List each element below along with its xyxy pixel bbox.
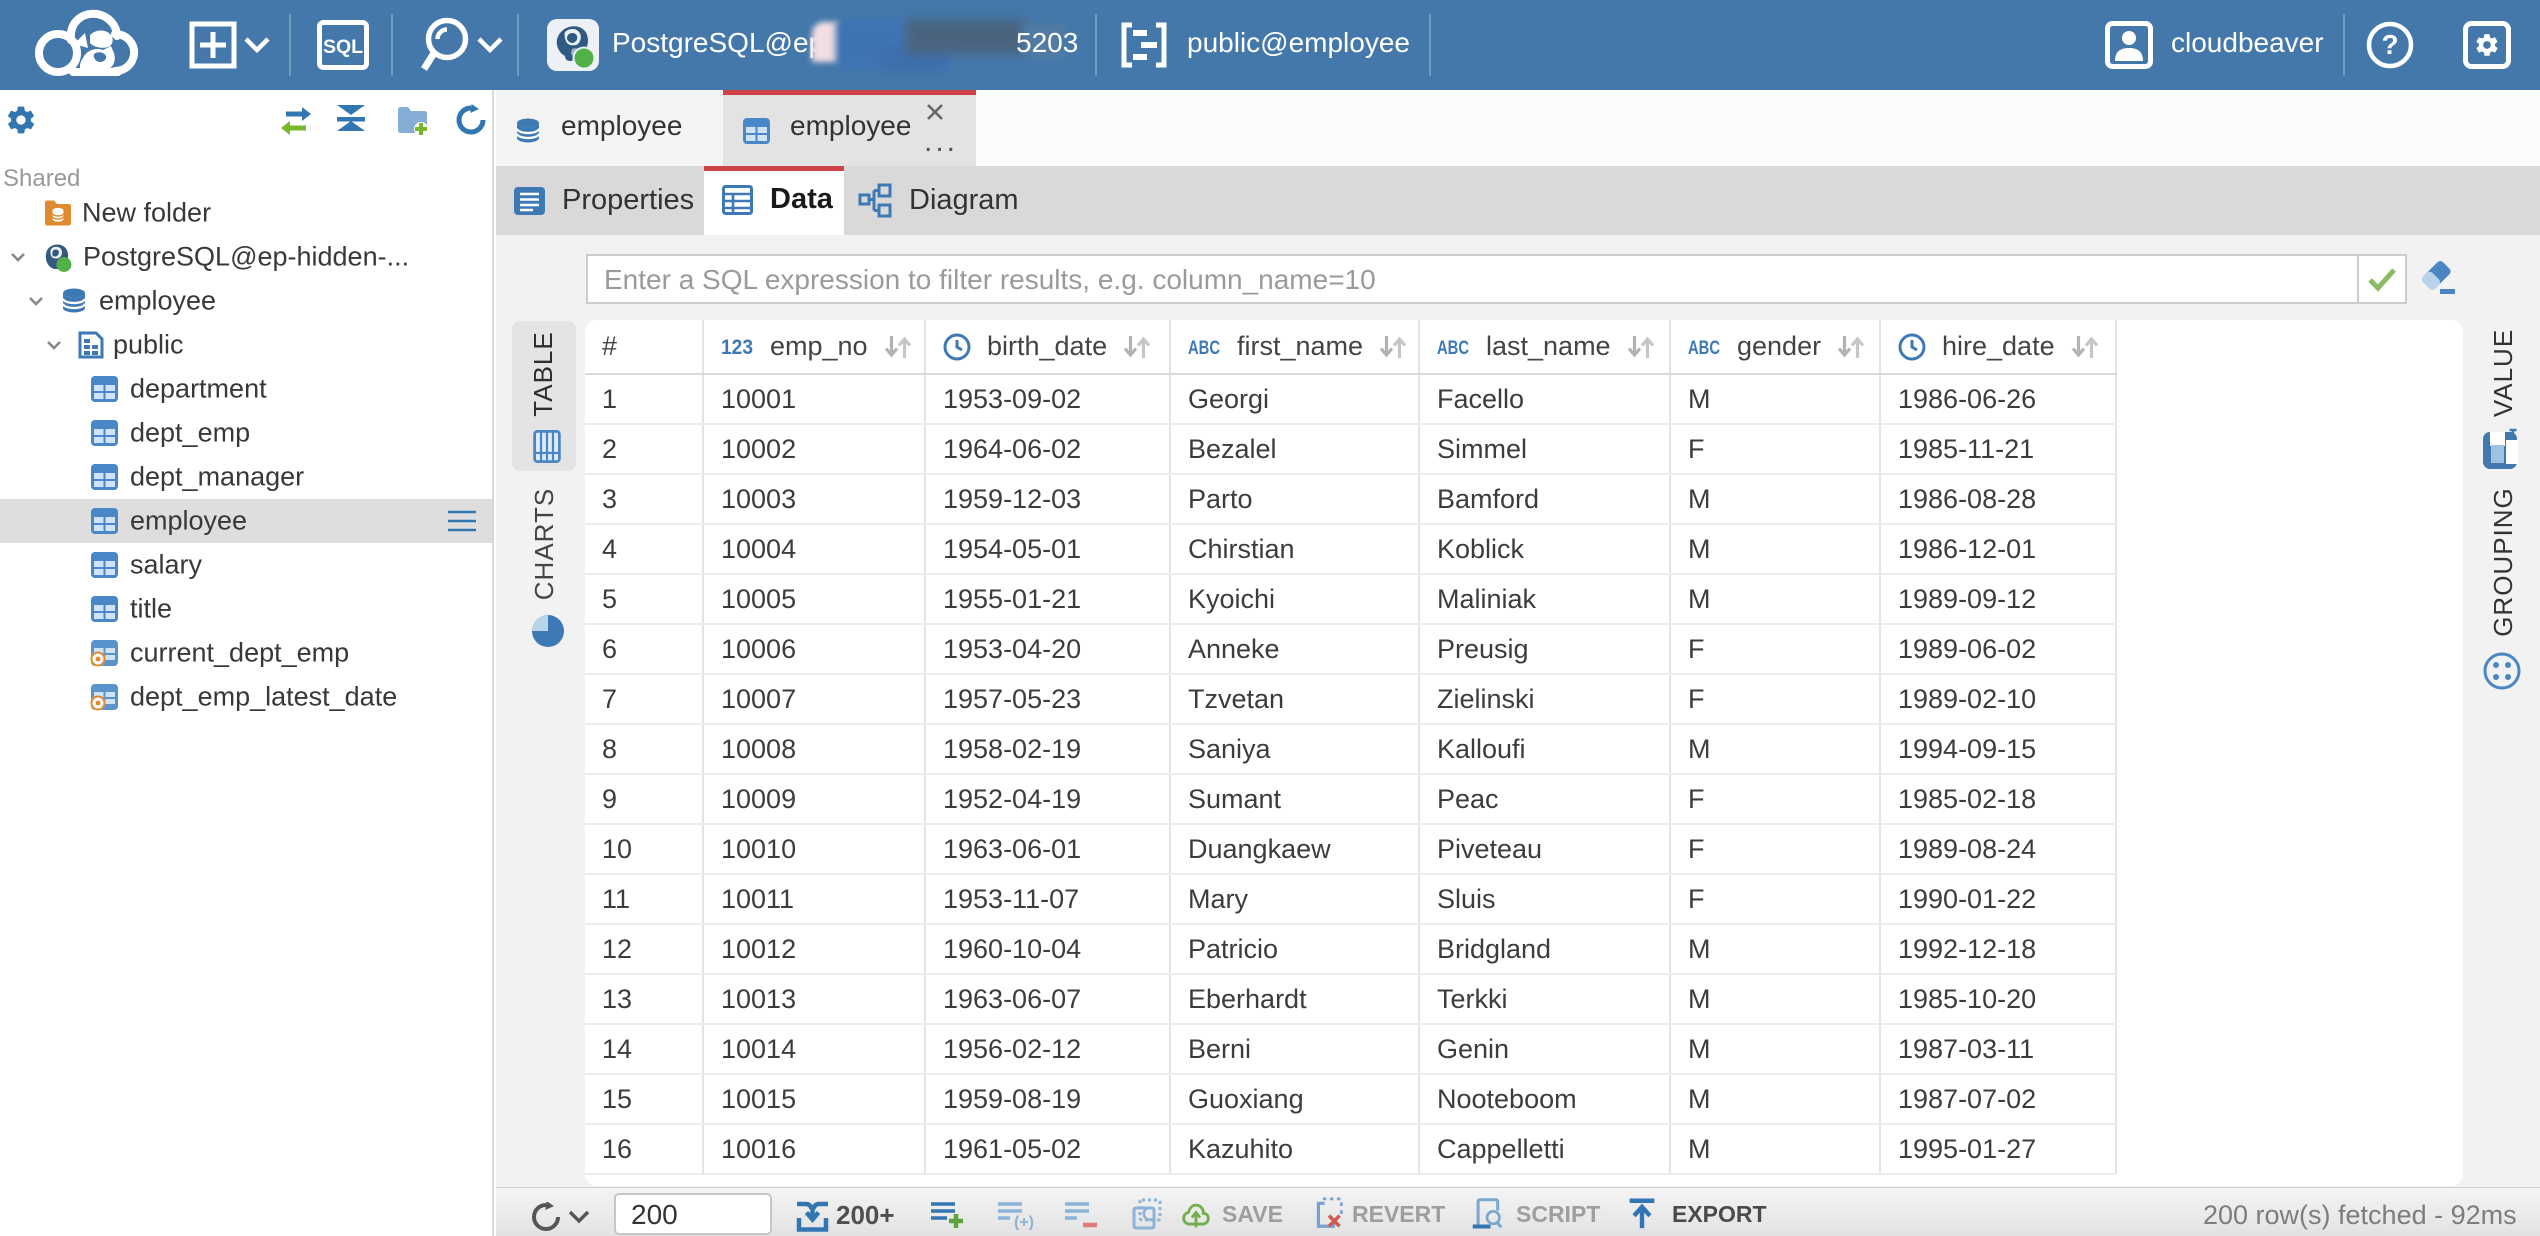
svg-text:?: ? <box>2381 29 2398 60</box>
svg-text:SQL: SQL <box>323 36 363 58</box>
svg-text:ABC: ABC <box>1437 336 1469 358</box>
svg-text:ABC: ABC <box>1688 336 1720 358</box>
svg-text:123: 123 <box>721 336 753 358</box>
svg-text:(+): (+) <box>1014 1214 1034 1230</box>
svg-text:ABC: ABC <box>1188 336 1220 358</box>
